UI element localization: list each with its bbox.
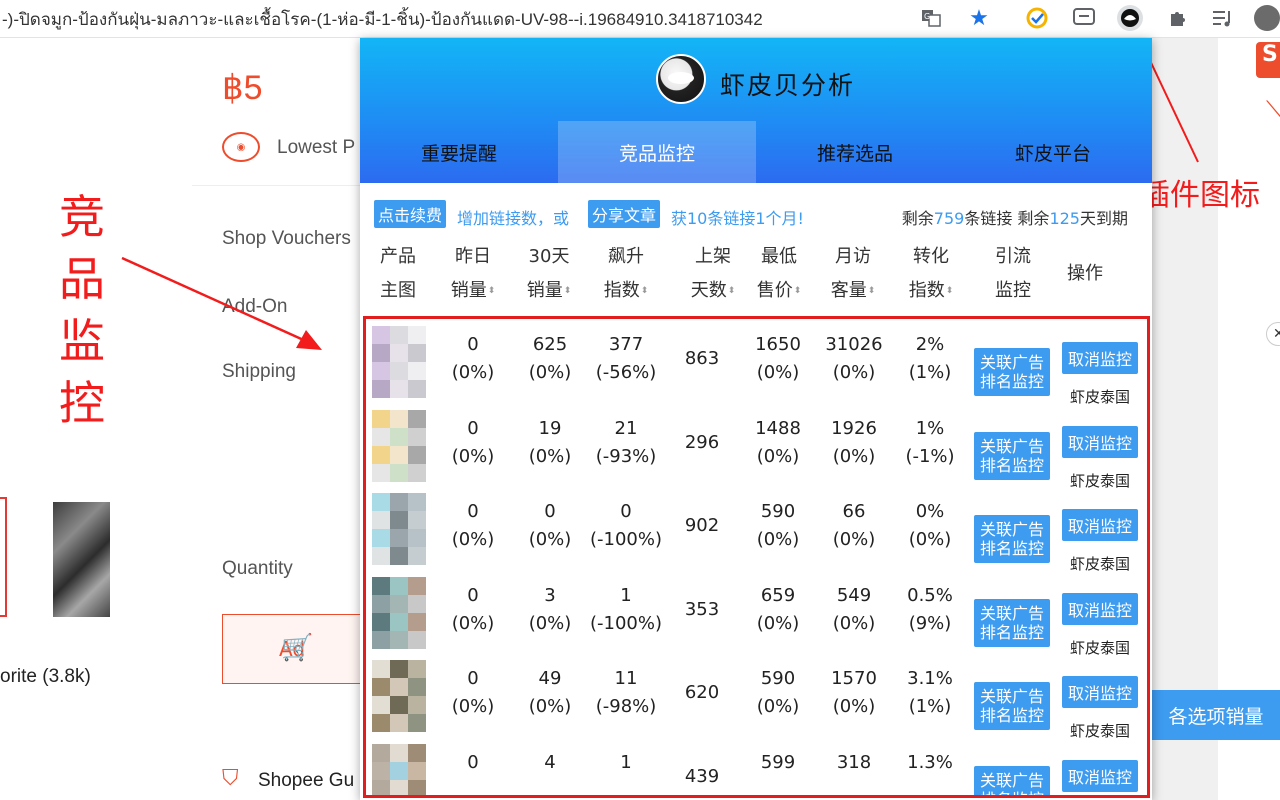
shield-icon: ⛉ — [222, 766, 239, 791]
selected-thumbnail-frame[interactable] — [0, 497, 7, 617]
highlight-frame — [363, 316, 1150, 798]
media-icon[interactable] — [1209, 5, 1235, 31]
column-header-line2: 销量⬍ — [514, 274, 584, 308]
reward-text: 获10条链接1个月! — [671, 209, 804, 228]
column-header-line2: 指数⬍ — [896, 274, 966, 308]
shrimp-extension-icon[interactable] — [1117, 5, 1143, 31]
divider — [192, 185, 362, 186]
page-right-column — [1218, 38, 1280, 800]
product-thumbnail[interactable] — [53, 502, 110, 617]
chat-extension-icon[interactable] — [1071, 5, 1097, 31]
column-header-line1: 操作 — [1067, 263, 1103, 284]
remaining-quota: 剩余759条链接 剩余125天到期 — [902, 205, 1128, 229]
column-header[interactable]: 昨日销量⬍ — [438, 240, 508, 308]
quantity-label: Quantity — [222, 558, 293, 579]
browser-toolbar: -)-ปิดจมูก-ป้องกันฝุ่น-มลภาวะ-และเชื้อโร… — [0, 0, 1280, 38]
sort-icon[interactable]: ⬍ — [728, 274, 736, 308]
column-header-line1: 月访 — [835, 246, 871, 267]
popup-tabs: 重要提醒 竞品监控 推荐选品 虾皮平台 — [360, 121, 1152, 183]
column-header-line2: 指数⬍ — [591, 274, 661, 308]
column-header[interactable]: 30天销量⬍ — [514, 240, 584, 308]
column-header-line1: 上架 — [695, 246, 731, 267]
add-on-label: Add-On — [222, 296, 288, 317]
column-header-line2: 监控 — [995, 280, 1031, 301]
add-links-text: 增加链接数，或 — [457, 209, 570, 228]
star-icon[interactable]: ★ — [966, 5, 992, 31]
logo-chevron-icon: ⟍ — [1266, 96, 1280, 124]
column-header-line1: 飙升 — [608, 246, 644, 267]
extension-popup: 虾皮贝分析 重要提醒 竞品监控 推荐选品 虾皮平台 点击续费 增加链接数，或 分… — [360, 38, 1152, 800]
sort-icon[interactable]: ⬍ — [564, 274, 572, 308]
product-price: ฿5 — [222, 69, 263, 107]
popup-title: 虾皮贝分析 — [720, 71, 856, 100]
tab-important-reminders[interactable]: 重要提醒 — [360, 121, 558, 183]
remaining-prefix-2: 剩余 — [1017, 209, 1050, 228]
column-header[interactable]: 最低售价⬍ — [744, 240, 814, 308]
links-unit: 条链接 — [964, 209, 1013, 228]
column-header[interactable]: 月访客量⬍ — [818, 240, 888, 308]
tab-competitor-monitor[interactable]: 竞品监控 — [558, 121, 756, 183]
remaining-prefix: 剩余 — [901, 209, 934, 228]
remaining-links: 759 — [933, 209, 965, 228]
column-header[interactable]: 转化指数⬍ — [896, 240, 966, 308]
column-header-line2: 售价⬍ — [744, 274, 814, 308]
option-sales-button[interactable]: 各选项销量 — [1152, 690, 1280, 740]
popup-header: 虾皮贝分析 重要提醒 竞品监控 推荐选品 虾皮平台 — [360, 38, 1152, 183]
column-header-line1: 转化 — [913, 246, 949, 267]
profile-avatar-icon[interactable] — [1254, 5, 1280, 31]
shop-vouchers-label: Shop Vouchers — [222, 228, 351, 249]
shopee-guarantee-label: Shopee Gu — [258, 770, 355, 791]
days-unit: 天到期 — [1079, 209, 1128, 228]
column-header-line2: 主图 — [380, 280, 416, 301]
column-header-line1: 最低 — [761, 246, 797, 267]
lowest-price-badge-icon: ◉ — [222, 132, 260, 162]
column-header: 操作 — [1050, 240, 1120, 308]
sort-icon[interactable]: ⬍ — [488, 274, 496, 308]
puzzle-icon[interactable] — [1165, 5, 1191, 31]
sort-icon[interactable]: ⬍ — [868, 274, 876, 308]
tab-recommended-products[interactable]: 推荐选品 — [756, 121, 954, 183]
column-header: 产品 主图 — [363, 240, 433, 308]
add-to-cart-button[interactable]: 🛒 Ad — [222, 614, 362, 684]
column-header-line2: 销量⬍ — [438, 274, 508, 308]
address-bar-url[interactable]: -)-ปิดจมูก-ป้องกันฝุ่น-มลภาวะ-และเชื้อโร… — [2, 6, 907, 33]
column-header-line1: 产品 — [380, 246, 416, 267]
share-article-button[interactable]: 分享文章 — [588, 200, 661, 228]
column-header-line2: 天数⬍ — [678, 274, 748, 308]
column-header[interactable]: 上架天数⬍ — [678, 240, 748, 308]
tab-shopee-platform[interactable]: 虾皮平台 — [954, 121, 1152, 183]
table-header: 产品 主图 昨日 销量⬍ 30天 销量⬍ 飙升 指数⬍ 上架 天数⬍ 最低 售价⬍ 月访 客量⬍ 转化 指数⬍… — [360, 240, 1152, 315]
column-header-line1: 昨日 — [455, 246, 491, 267]
shipping-label: Shipping — [222, 361, 296, 382]
check-extension-icon[interactable] — [1024, 5, 1050, 31]
sort-icon[interactable]: ⬍ — [641, 274, 649, 308]
shopee-logo: S — [1256, 42, 1280, 78]
annotation-competitor-monitor: 竞品监控 — [59, 190, 105, 430]
cart-icon: 🛒 — [281, 633, 314, 663]
renew-button[interactable]: 点击续费 — [374, 200, 447, 228]
column-header: 引流 监控 — [978, 240, 1048, 308]
sort-icon[interactable]: ⬍ — [946, 274, 954, 308]
svg-text:G: G — [924, 12, 930, 21]
subscription-info-bar: 点击续费 增加链接数，或 分享文章 获10条链接1个月! 剩余759条链接 剩余… — [360, 196, 1152, 232]
column-header-line1: 30天 — [528, 246, 570, 267]
lowest-price-label: Lowest P — [277, 137, 356, 158]
shrimp-logo-icon — [656, 54, 706, 104]
column-header-line2: 客量⬍ — [818, 274, 888, 308]
column-header-line1: 引流 — [995, 246, 1031, 267]
sort-icon[interactable]: ⬍ — [794, 274, 802, 308]
column-header[interactable]: 飙升指数⬍ — [591, 240, 661, 308]
translate-icon[interactable]: G — [918, 5, 944, 31]
remaining-days: 125 — [1049, 209, 1080, 228]
favorite-count[interactable]: orite (3.8k) — [0, 666, 91, 688]
